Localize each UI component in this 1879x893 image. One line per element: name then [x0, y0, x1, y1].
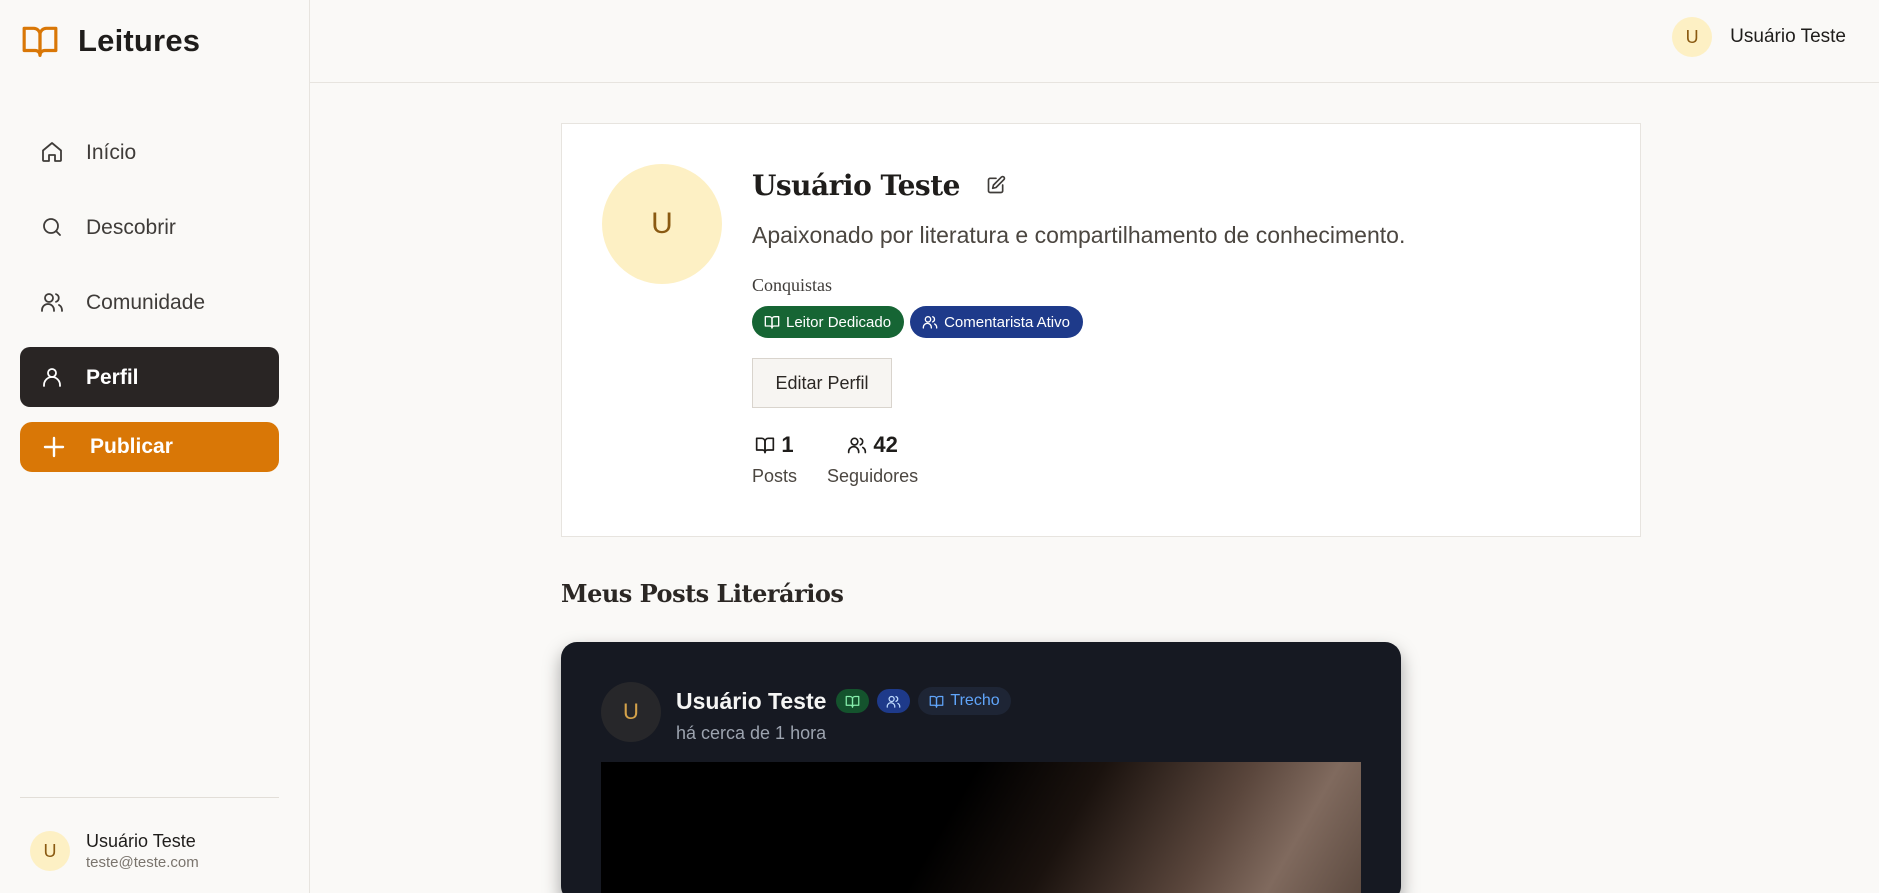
sidebar-user[interactable]: U Usuário Teste teste@teste.com — [30, 831, 199, 871]
sidebar-item-descobrir[interactable]: Descobrir — [20, 197, 279, 257]
sidebar-item-comunidade[interactable]: Comunidade — [20, 272, 279, 332]
home-icon — [40, 140, 64, 164]
brand[interactable]: Leitures — [20, 22, 200, 60]
achievement-badge: Leitor Dedicado — [752, 306, 905, 338]
publish-button[interactable]: Publicar — [20, 422, 279, 472]
users-icon — [886, 694, 901, 709]
app-title: Leitures — [78, 23, 201, 58]
author-badge-commenter — [877, 689, 911, 713]
edit-profile-button[interactable]: Editar Perfil — [752, 358, 892, 408]
post-header: U Usuário Teste Trecho há cerca de 1 hor… — [601, 682, 1011, 744]
achievement-label: Comentarista Ativo — [944, 313, 1070, 331]
search-icon — [40, 215, 64, 239]
sidebar-item-inicio[interactable]: Início — [20, 122, 279, 182]
sidebar-item-label: Início — [86, 140, 137, 164]
book-open-icon — [20, 22, 60, 60]
users-icon — [847, 435, 867, 455]
sidebar-item-label: Comunidade — [86, 290, 206, 314]
achievements-title: Conquistas — [752, 275, 833, 295]
publish-label: Publicar — [90, 435, 173, 458]
post-time: há cerca de 1 hora — [676, 723, 827, 743]
stat-value: 1 — [781, 432, 794, 457]
book-open-icon — [845, 694, 860, 709]
top-bar: U Usuário Teste — [310, 0, 1879, 83]
achievement-label: Leitor Dedicado — [786, 313, 892, 331]
user-icon — [40, 365, 64, 389]
sidebar-divider — [20, 797, 279, 798]
sidebar-user-name: Usuário Teste — [86, 831, 196, 851]
book-open-icon — [755, 435, 775, 455]
plus-icon — [42, 435, 66, 459]
posts-section-title: Meus Posts Literários — [561, 579, 844, 608]
post-card[interactable]: U Usuário Teste Trecho há cerca de 1 hor… — [561, 642, 1401, 893]
stat-label: Posts — [752, 466, 798, 486]
profile-stats: 1 Posts 42 Seguidores — [752, 432, 1612, 487]
book-open-icon — [764, 314, 780, 330]
stat-posts[interactable]: 1 Posts — [752, 432, 797, 487]
author-badge-reader — [836, 689, 870, 713]
achievement-badge: Comentarista Ativo — [910, 306, 1083, 338]
profile-bio: Apaixonado por literatura e compartilham… — [752, 222, 1406, 248]
post-author[interactable]: Usuário Teste — [676, 688, 826, 715]
avatar: U — [1672, 17, 1713, 57]
avatar: U — [30, 831, 70, 871]
sidebar-item-perfil[interactable]: Perfil — [20, 347, 279, 407]
profile-info: Usuário Teste Apaixonado por literatura … — [752, 164, 1612, 487]
header-user-menu[interactable]: U Usuário Teste — [1672, 17, 1846, 57]
book-open-icon — [929, 694, 944, 709]
sidebar-user-email: teste@teste.com — [86, 854, 199, 871]
profile-name: Usuário Teste — [752, 168, 960, 202]
post-tag-label: Trecho — [950, 692, 1000, 709]
post-tag[interactable]: Trecho — [918, 687, 1011, 715]
edit-icon[interactable] — [986, 175, 1006, 195]
stat-label: Seguidores — [827, 466, 919, 486]
users-icon — [40, 290, 64, 314]
post-image[interactable] — [601, 762, 1361, 893]
profile-card: U Usuário Teste Apaixonado por literatur… — [561, 123, 1641, 537]
sidebar: Leitures Início Descobrir Comunidade Per… — [0, 0, 310, 893]
sidebar-item-label: Perfil — [86, 365, 139, 389]
achievements-list: Leitor Dedicado Comentarista Ativo — [752, 306, 1612, 338]
users-icon — [922, 314, 938, 330]
avatar[interactable]: U — [601, 682, 661, 742]
stat-followers[interactable]: 42 Seguidores — [827, 432, 918, 487]
header-user-name: Usuário Teste — [1730, 26, 1846, 47]
stat-value: 42 — [873, 432, 898, 457]
sidebar-item-label: Descobrir — [86, 215, 176, 239]
profile-avatar: U — [602, 164, 722, 284]
